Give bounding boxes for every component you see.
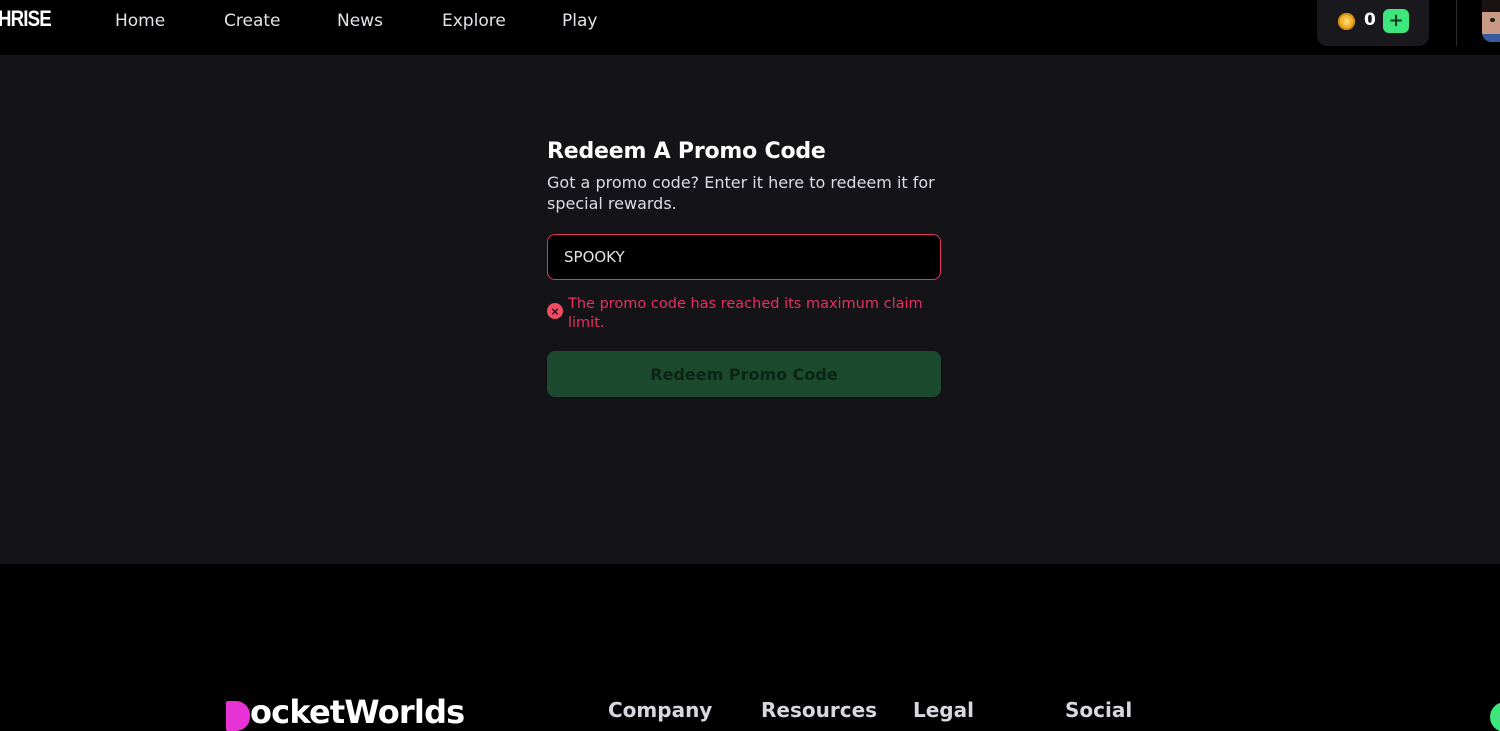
error-text: The promo code has reached its maximum c… [568, 296, 923, 331]
footer-resources: Resources [761, 698, 878, 722]
footer-company: Company [608, 698, 713, 722]
nav-play[interactable]: Play [562, 11, 597, 31]
user-avatar[interactable] [1482, 0, 1500, 42]
highrise-logo[interactable]: HRISE [0, 6, 52, 32]
error-x-icon: × [547, 303, 563, 319]
wallet-widget[interactable]: 0 + [1317, 0, 1429, 46]
promo-panel: Redeem A Promo Code Got a promo code? En… [547, 138, 941, 397]
nav-home[interactable]: Home [115, 11, 165, 31]
coin-icon [1338, 13, 1355, 30]
pocketworlds-logo[interactable]: ocketWorlds [250, 693, 465, 731]
page-subtitle: Got a promo code? Enter it here to redee… [547, 173, 935, 213]
error-message: × The promo code has reached its maximum… [547, 295, 941, 333]
promo-code-input[interactable] [564, 248, 924, 266]
footer-legal: Legal [913, 698, 974, 722]
nav-explore[interactable]: Explore [442, 11, 506, 31]
header-divider [1456, 0, 1457, 46]
pocketworlds-logo-mark [226, 701, 250, 731]
nav-news[interactable]: News [337, 11, 383, 31]
promo-code-field[interactable] [547, 234, 941, 280]
redeem-promo-button[interactable]: Redeem Promo Code [547, 351, 941, 397]
nav-create[interactable]: Create [224, 11, 281, 31]
footer-social: Social [1065, 698, 1133, 722]
page-title: Redeem A Promo Code [547, 139, 826, 164]
footer: ocketWorlds Company Resources Legal Soci… [0, 564, 1500, 731]
coin-count: 0 [1364, 10, 1376, 30]
add-coins-button[interactable]: + [1383, 9, 1409, 33]
top-navbar: HRISE Home Create News Explore Play 0 + [0, 0, 1500, 55]
